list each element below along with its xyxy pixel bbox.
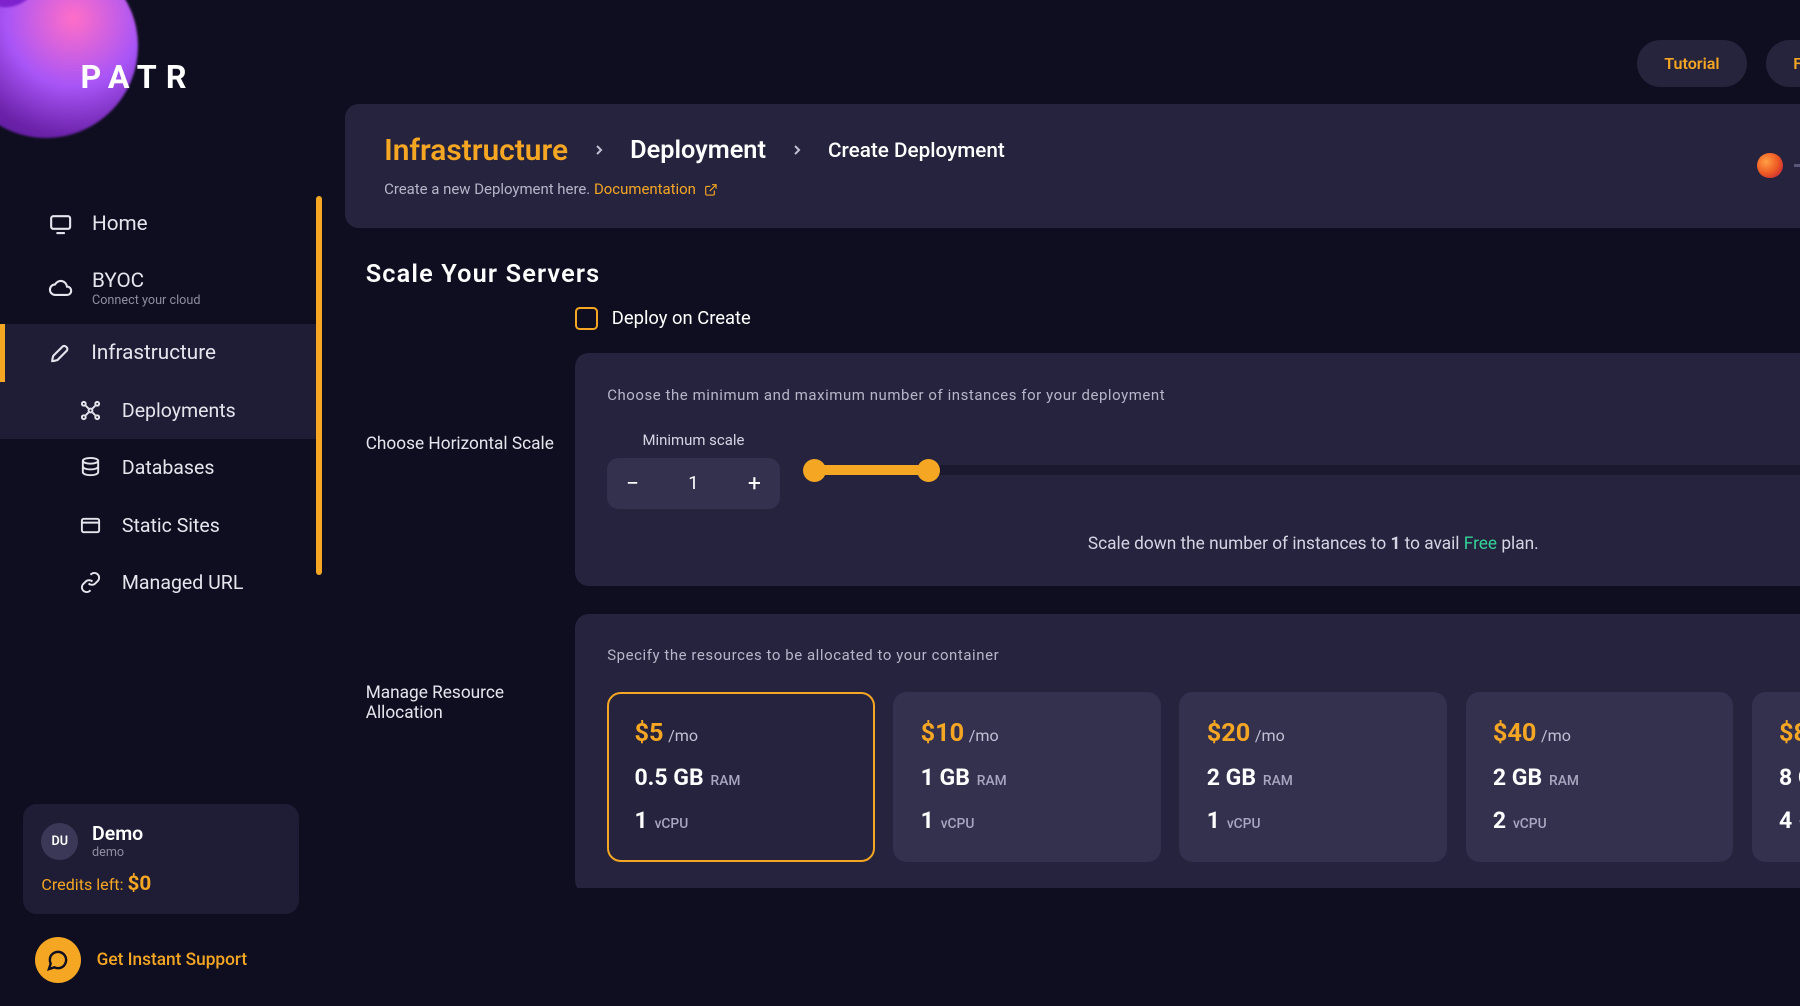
workspace-sub: demo bbox=[92, 845, 143, 860]
rocket-icon bbox=[48, 340, 73, 365]
sidebar-scrollbar[interactable] bbox=[316, 196, 322, 576]
plan-ram: 0.5 GBRAM bbox=[634, 764, 847, 791]
brand-logo: PATR bbox=[81, 58, 196, 96]
sidebar-item-label: Deployments bbox=[122, 399, 236, 422]
breadcrumb: Infrastructure Deployment Create Deploym… bbox=[384, 133, 1005, 168]
min-scale-stepper: − 1 + bbox=[607, 458, 780, 509]
chat-icon bbox=[35, 937, 81, 983]
plan-cpu: 2vCPU bbox=[1493, 807, 1706, 834]
wizard-progress bbox=[1757, 145, 1800, 186]
sidebar-item-home[interactable]: Home bbox=[0, 196, 322, 253]
sidebar-item-label: Managed URL bbox=[122, 571, 244, 594]
plan-ram: 8 GBRAM bbox=[1779, 764, 1800, 791]
plan-cpu: 4vCPU bbox=[1779, 807, 1800, 834]
breadcrumb-leaf: Create Deployment bbox=[828, 139, 1005, 163]
plan-price: $20 bbox=[1207, 719, 1251, 748]
sidebar-item-label: Home bbox=[92, 212, 148, 236]
plan-card[interactable]: $10/mo 1 GBRAM 1vCPU bbox=[893, 692, 1161, 862]
deploy-on-create-label: Deploy on Create bbox=[612, 308, 751, 329]
sidebar-item-static-sites[interactable]: Static Sites bbox=[0, 497, 322, 554]
plan-card[interactable]: $5/mo 0.5 GBRAM 1vCPU bbox=[607, 692, 875, 862]
sidebar-item-deployments[interactable]: Deployments bbox=[0, 382, 322, 439]
page-header: Infrastructure Deployment Create Deploym… bbox=[345, 104, 1800, 228]
scale-hint: Scale down the number of instances to 1 … bbox=[607, 534, 1800, 554]
sidebar-item-infrastructure[interactable]: Infrastructure bbox=[0, 324, 322, 381]
sidebar-item-label: Static Sites bbox=[122, 514, 220, 537]
chevron-right-icon bbox=[789, 136, 805, 165]
min-scale-value: 1 bbox=[658, 473, 729, 494]
plan-period: /mo bbox=[969, 726, 999, 745]
horizontal-scale-card: Choose the minimum and maximum number of… bbox=[575, 353, 1800, 586]
plan-cpu: 1vCPU bbox=[1207, 807, 1420, 834]
plan-card[interactable]: $40/mo 2 GBRAM 2vCPU bbox=[1466, 692, 1734, 862]
documentation-link[interactable]: Documentation bbox=[594, 180, 718, 198]
plan-price: $5 bbox=[634, 719, 663, 748]
tutorial-button[interactable]: Tutorial bbox=[1637, 40, 1748, 87]
sidebar-item-databases[interactable]: Databases bbox=[0, 439, 322, 496]
credits-row: Credits left: $0 bbox=[41, 872, 280, 896]
plan-price: $80 bbox=[1779, 719, 1800, 748]
slider-min-thumb[interactable] bbox=[803, 459, 826, 482]
sidebar-item-label: Infrastructure bbox=[91, 341, 216, 365]
breadcrumb-root[interactable]: Infrastructure bbox=[384, 133, 568, 168]
workspace-avatar: DU bbox=[41, 823, 78, 860]
plan-card[interactable]: $20/mo 2 GBRAM 1vCPU bbox=[1179, 692, 1447, 862]
plan-period: /mo bbox=[1541, 726, 1571, 745]
database-icon bbox=[78, 455, 103, 480]
resource-allocation-card: Specify the resources to be allocated to… bbox=[575, 614, 1800, 888]
plan-price: $10 bbox=[921, 719, 965, 748]
monitor-icon bbox=[48, 212, 73, 237]
plan-period: /mo bbox=[668, 726, 698, 745]
slider-max-thumb[interactable] bbox=[917, 459, 940, 482]
resource-allocation-label: Manage Resource Allocation bbox=[345, 614, 575, 723]
feedback-button[interactable]: Feedback bbox=[1766, 40, 1800, 87]
plan-ram: 2 GBRAM bbox=[1207, 764, 1420, 791]
card-heading: Specify the resources to be allocated to… bbox=[607, 646, 1800, 664]
plan-period: /mo bbox=[1255, 726, 1285, 745]
breadcrumb-mid[interactable]: Deployment bbox=[630, 136, 766, 165]
nodes-icon bbox=[78, 398, 103, 423]
step-indicator bbox=[1757, 153, 1782, 178]
support-label: Get Instant Support bbox=[97, 950, 248, 970]
section-title: Scale Your Servers bbox=[366, 260, 1800, 289]
chevron-right-icon bbox=[591, 136, 607, 165]
browser-icon bbox=[78, 513, 103, 538]
workspace-card[interactable]: DU Demo demo Credits left: $0 bbox=[23, 804, 299, 914]
sidebar-item-label: Databases bbox=[122, 456, 215, 479]
sidebar: Home BYOC Connect your cloud Infrastruct… bbox=[0, 196, 322, 612]
cloud-icon bbox=[48, 276, 73, 301]
scale-slider[interactable] bbox=[807, 456, 1800, 484]
min-decrement-button[interactable]: − bbox=[607, 458, 658, 509]
sidebar-item-label: BYOC Connect your cloud bbox=[92, 269, 200, 308]
support-button[interactable]: Get Instant Support bbox=[35, 937, 248, 983]
header-subtitle: Create a new Deployment here. bbox=[384, 180, 590, 198]
horizontal-scale-label: Choose Horizontal Scale bbox=[345, 353, 575, 454]
plan-cpu: 1vCPU bbox=[921, 807, 1134, 834]
plan-price: $40 bbox=[1493, 719, 1537, 748]
plan-card[interactable]: $80/mo8 GBRAM4vCPU bbox=[1752, 692, 1800, 862]
plan-ram: 1 GBRAM bbox=[921, 764, 1134, 791]
sidebar-item-managed-url[interactable]: Managed URL bbox=[0, 554, 322, 611]
min-scale-label: Minimum scale bbox=[642, 431, 744, 449]
plan-cpu: 1vCPU bbox=[634, 807, 847, 834]
link-icon bbox=[78, 570, 103, 595]
deploy-on-create-checkbox[interactable] bbox=[575, 307, 598, 330]
min-increment-button[interactable]: + bbox=[729, 458, 780, 509]
plan-ram: 2 GBRAM bbox=[1493, 764, 1706, 791]
sidebar-item-byoc[interactable]: BYOC Connect your cloud bbox=[0, 253, 322, 324]
workspace-name: Demo bbox=[92, 822, 143, 845]
card-heading: Choose the minimum and maximum number of… bbox=[607, 386, 1800, 404]
